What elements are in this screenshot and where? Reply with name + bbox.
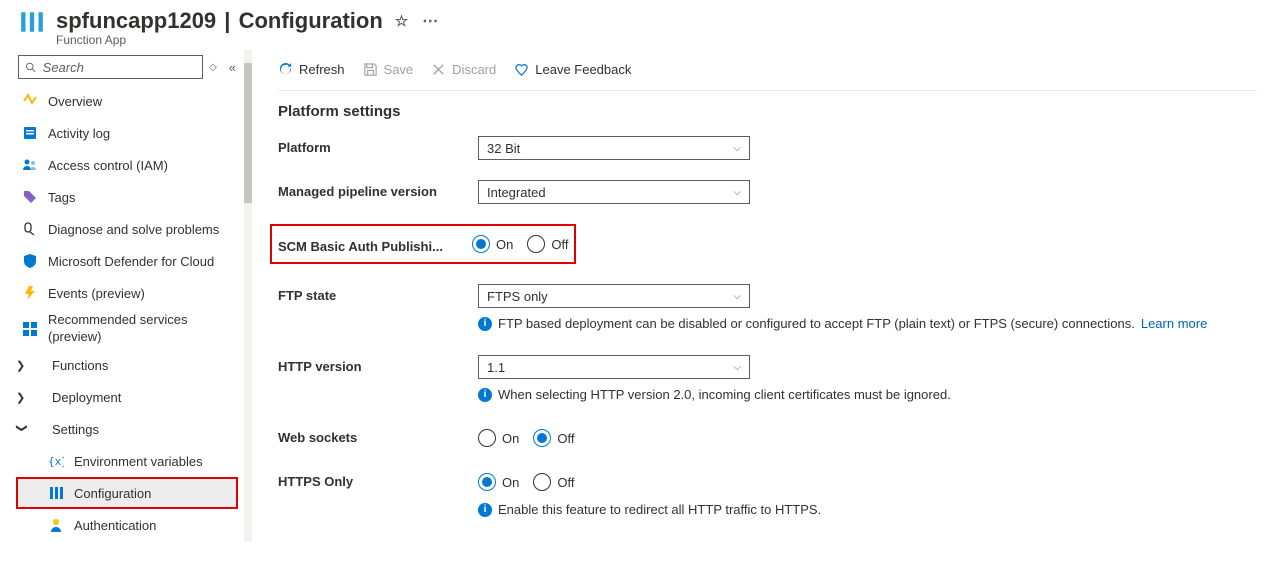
ftp-select[interactable]: FTPS only ⌵ [478, 284, 750, 308]
svg-text:{x}: {x} [48, 455, 64, 468]
https-only-info: i Enable this feature to redirect all HT… [478, 502, 821, 517]
env-vars-icon: {x} [48, 453, 64, 469]
defender-icon [22, 253, 38, 269]
http-info: i When selecting HTTP version 2.0, incom… [478, 387, 951, 402]
sidebar-item-recommended[interactable]: Recommended services (preview) [18, 309, 244, 349]
websockets-radio-on[interactable]: On [478, 429, 519, 447]
chevron-down-icon: ⌵ [733, 187, 741, 198]
chevron-down-icon: ⌵ [733, 143, 741, 154]
scrollbar-track[interactable] [244, 49, 252, 541]
chevron-down-icon: ⌵ [733, 362, 741, 373]
events-icon [22, 285, 38, 301]
sidebar-item-deployment[interactable]: ❯ Deployment [18, 381, 244, 413]
more-menu-icon[interactable]: ⋯ [422, 11, 438, 31]
https-only-radio-on[interactable]: On [478, 473, 519, 491]
section-title: Platform settings [278, 103, 1257, 120]
sidebar: ◇ « Overview Activity log Access control… [0, 49, 244, 541]
https-only-radio-off[interactable]: Off [533, 473, 574, 491]
recommended-icon [22, 321, 38, 337]
heart-icon [514, 62, 529, 77]
info-icon: i [478, 503, 492, 517]
discard-button: Discard [431, 62, 496, 77]
save-button: Save [363, 62, 414, 77]
scm-radio-group: On Off [472, 232, 568, 256]
sidebar-search[interactable] [18, 55, 203, 79]
pipeline-label: Managed pipeline version [278, 180, 478, 199]
sidebar-nav: Overview Activity log Access control (IA… [18, 85, 244, 541]
refresh-icon [278, 62, 293, 77]
websockets-label: Web sockets [278, 426, 478, 445]
scm-auth-highlight: SCM Basic Auth Publishi... On Off [270, 224, 576, 264]
blade-title: Configuration [239, 8, 383, 34]
overview-icon [22, 93, 38, 109]
function-app-icon [18, 8, 46, 36]
sidebar-item-tags[interactable]: Tags [18, 181, 244, 213]
ftp-info: i FTP based deployment can be disabled o… [478, 316, 1207, 331]
discard-icon [431, 62, 446, 77]
resource-name: spfuncapp1209 [56, 8, 216, 34]
sidebar-search-input[interactable] [43, 60, 196, 75]
main-content: Refresh Save Discard Leave Feedback Plat… [244, 49, 1267, 517]
tags-icon [22, 189, 38, 205]
authentication-icon [48, 517, 64, 533]
resource-type-label: Function App [56, 33, 438, 47]
scm-label: SCM Basic Auth Publishi... [278, 235, 472, 254]
search-icon [25, 61, 37, 74]
scrollbar-thumb[interactable] [244, 63, 252, 203]
feedback-button[interactable]: Leave Feedback [514, 62, 631, 77]
page-header: spfuncapp1209 | Configuration ☆ ⋯ Functi… [0, 0, 1267, 49]
chevron-right-icon: ❯ [16, 359, 28, 372]
sidebar-item-authentication[interactable]: Authentication [18, 509, 244, 541]
scm-radio-off[interactable]: Off [527, 235, 568, 253]
activity-log-icon [22, 125, 38, 141]
sidebar-item-env-vars[interactable]: {x} Environment variables [18, 445, 244, 477]
https-only-radio-group: On Off [478, 470, 821, 494]
http-label: HTTP version [278, 355, 478, 374]
sidebar-item-settings[interactable]: ❯ Settings [18, 413, 244, 445]
http-select[interactable]: 1.1 ⌵ [478, 355, 750, 379]
scm-radio-on[interactable]: On [472, 235, 513, 253]
sidebar-item-activity-log[interactable]: Activity log [18, 117, 244, 149]
refresh-button[interactable]: Refresh [278, 62, 345, 77]
websockets-radio-group: On Off [478, 426, 574, 450]
ftp-label: FTP state [278, 284, 478, 303]
platform-select[interactable]: 32 Bit ⌵ [478, 136, 750, 160]
expand-search-icon[interactable]: ◇ [209, 62, 217, 73]
sidebar-item-functions[interactable]: ❯ Functions [18, 349, 244, 381]
sidebar-item-overview[interactable]: Overview [18, 85, 244, 117]
configuration-icon [48, 485, 64, 501]
favorite-star-icon[interactable]: ☆ [395, 12, 408, 30]
websockets-radio-off[interactable]: Off [533, 429, 574, 447]
chevron-right-icon: ❯ [16, 391, 28, 404]
sidebar-item-events[interactable]: Events (preview) [18, 277, 244, 309]
sidebar-item-configuration[interactable]: Configuration [16, 477, 238, 509]
info-icon: i [478, 388, 492, 402]
access-control-icon [22, 157, 38, 173]
sidebar-item-access-control[interactable]: Access control (IAM) [18, 149, 244, 181]
pipeline-select[interactable]: Integrated ⌵ [478, 180, 750, 204]
https-only-label: HTTPS Only [278, 470, 478, 489]
learn-more-link[interactable]: Learn more [1141, 316, 1207, 331]
command-bar: Refresh Save Discard Leave Feedback [278, 49, 1257, 91]
chevron-down-icon: ❯ [16, 423, 29, 435]
save-icon [363, 62, 378, 77]
diagnose-icon [22, 221, 38, 237]
sidebar-item-diagnose[interactable]: Diagnose and solve problems [18, 213, 244, 245]
chevron-down-icon: ⌵ [733, 291, 741, 302]
collapse-sidebar-icon[interactable]: « [223, 60, 236, 75]
platform-label: Platform [278, 136, 478, 155]
sidebar-item-defender[interactable]: Microsoft Defender for Cloud [18, 245, 244, 277]
info-icon: i [478, 317, 492, 331]
